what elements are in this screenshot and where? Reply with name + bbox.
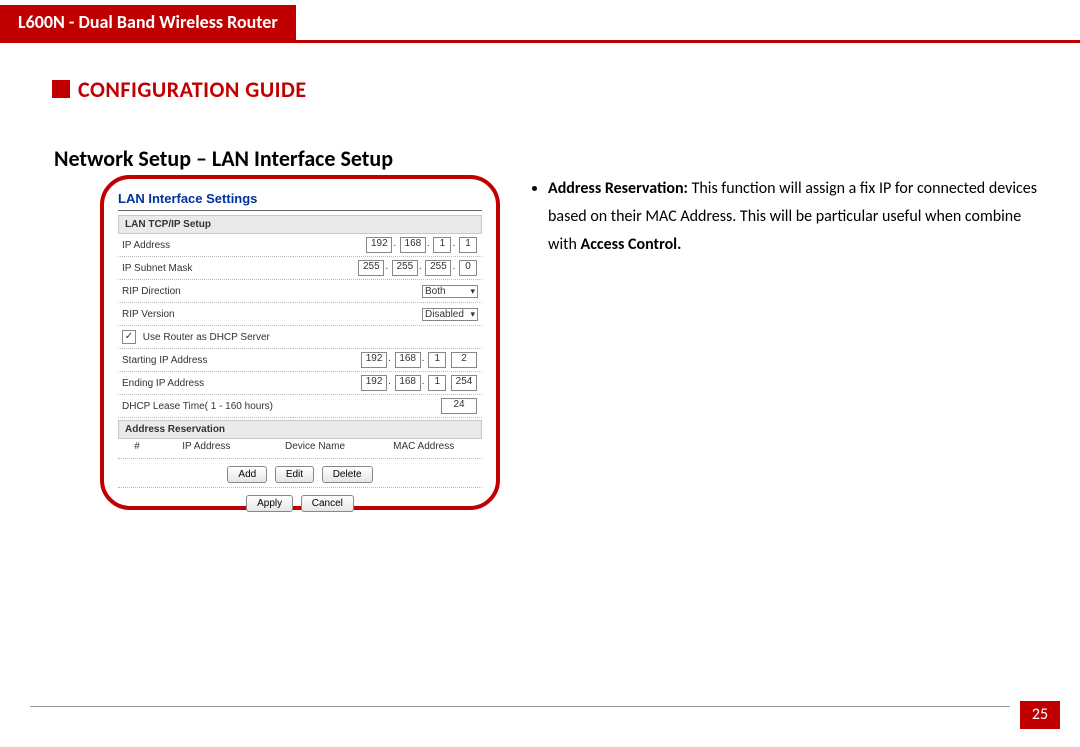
ip-octet[interactable]: 1	[459, 237, 477, 253]
resv-col-mac: MAC Address	[369, 441, 478, 452]
section-title: Network Setup – LAN Interface Setup	[54, 145, 393, 172]
product-name: L600N - Dual Band Wireless Router	[18, 11, 278, 33]
rip-version-select[interactable]: Disabled	[422, 308, 478, 321]
ip-octet[interactable]: 168	[400, 237, 426, 253]
rip-direction-label: RIP Direction	[118, 280, 293, 303]
resv-col-ip: IP Address	[152, 441, 261, 452]
add-button[interactable]: Add	[227, 466, 267, 483]
dhcp-enable-row: ✓ Use Router as DHCP Server	[118, 326, 482, 349]
end-octet[interactable]: 254	[451, 375, 477, 391]
rip-version-label: RIP Version	[118, 303, 293, 326]
page-number: 25	[1032, 705, 1048, 724]
lease-time-label: DHCP Lease Time( 1 - 160 hours)	[118, 395, 293, 418]
resv-col-device: Device Name	[261, 441, 370, 452]
reservation-buttons: Add Edit Delete	[118, 463, 482, 483]
bullet-bold-tail: Access Control.	[581, 235, 682, 254]
lease-time-input[interactable]: 24	[441, 398, 477, 414]
ip-address-value: 192. 168. 1. 1	[293, 234, 482, 257]
subnet-mask-value: 255. 255. 255. 0	[293, 257, 482, 280]
start-octet[interactable]: 168	[395, 352, 421, 368]
divider	[118, 487, 482, 488]
page-number-box: 25	[1020, 701, 1060, 729]
footer-rule	[30, 706, 1010, 707]
panel-title: LAN Interface Settings	[118, 191, 482, 206]
bullet-lead: Address Reservation:	[548, 179, 688, 198]
apply-cancel-row: Apply Cancel	[118, 492, 482, 512]
description-column: Address Reservation: This function will …	[530, 175, 1050, 259]
end-octet[interactable]: 168	[395, 375, 421, 391]
guide-title: CONFIGURATION GUIDE	[78, 76, 307, 103]
ip-address-label: IP Address	[118, 234, 293, 257]
edit-button[interactable]: Edit	[275, 466, 314, 483]
mask-octet[interactable]: 255	[425, 260, 451, 276]
dhcp-checkbox[interactable]: ✓	[122, 330, 136, 344]
screenshot-callout: LAN Interface Settings LAN TCP/IP Setup …	[100, 175, 500, 510]
product-header-tab: L600N - Dual Band Wireless Router	[0, 5, 296, 40]
cancel-button[interactable]: Cancel	[301, 495, 354, 512]
tcpip-subheader: LAN TCP/IP Setup	[118, 215, 482, 234]
dhcp-checkbox-label: Use Router as DHCP Server	[143, 332, 270, 343]
end-octet[interactable]: 1	[428, 375, 446, 391]
rip-direction-select[interactable]: Both	[422, 285, 478, 298]
starting-ip-label: Starting IP Address	[118, 349, 293, 372]
end-octet[interactable]: 192	[361, 375, 387, 391]
router-panel-frame: LAN Interface Settings LAN TCP/IP Setup …	[100, 175, 500, 510]
ip-octet[interactable]: 192	[366, 237, 392, 253]
starting-ip-value: 192. 168. 1 2	[293, 349, 482, 372]
header-rule	[0, 40, 1080, 43]
reservation-columns: # IP Address Device Name MAC Address	[118, 439, 482, 454]
ending-ip-label: Ending IP Address	[118, 372, 293, 395]
tcpip-table: IP Address 192. 168. 1. 1 IP Subnet Mask…	[118, 234, 482, 418]
start-octet[interactable]: 192	[361, 352, 387, 368]
divider	[118, 458, 482, 459]
ending-ip-value: 192. 168. 1 254	[293, 372, 482, 395]
subnet-mask-label: IP Subnet Mask	[118, 257, 293, 280]
apply-button[interactable]: Apply	[246, 495, 293, 512]
delete-button[interactable]: Delete	[322, 466, 373, 483]
panel-title-rule	[118, 210, 482, 211]
reservation-subheader: Address Reservation	[118, 420, 482, 439]
ip-octet[interactable]: 1	[433, 237, 451, 253]
resv-col-index: #	[122, 441, 152, 452]
mask-octet[interactable]: 0	[459, 260, 477, 276]
mask-octet[interactable]: 255	[392, 260, 418, 276]
start-octet[interactable]: 2	[451, 352, 477, 368]
mask-octet[interactable]: 255	[358, 260, 384, 276]
guide-bullet-square	[52, 80, 70, 98]
start-octet[interactable]: 1	[428, 352, 446, 368]
description-bullet: Address Reservation: This function will …	[548, 175, 1050, 259]
